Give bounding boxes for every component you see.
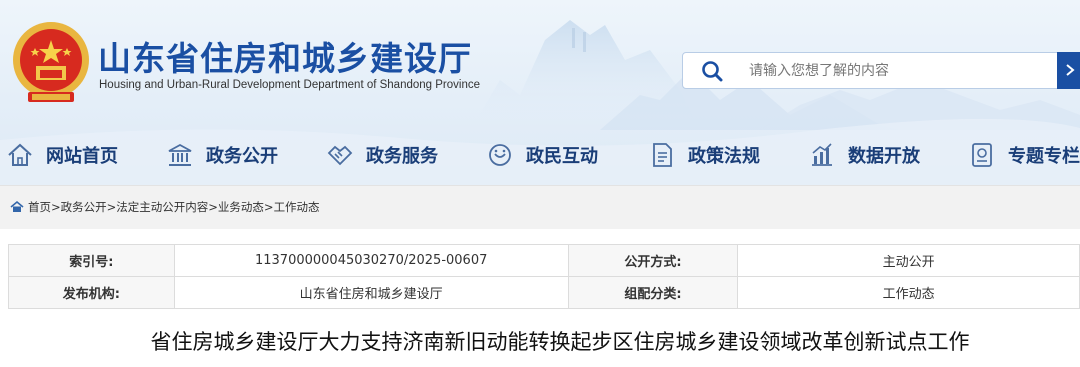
breadcrumb-bar: 首页 > 政务公开 > 法定主动公开内容 > 业务动态 > 工作动态 — [0, 185, 1080, 229]
table-row: 发布机构: 山东省住房和城乡建设厅 组配分类: 工作动态 — [8, 276, 1080, 309]
main-nav: 网站首页 政务公开 政务服务 政民互动 政策法规 数据开放 专题专栏 — [0, 132, 1080, 178]
index-label: 索引号: — [8, 244, 175, 277]
national-emblem-icon — [13, 22, 89, 102]
breadcrumb: 首页 > 政务公开 > 法定主动公开内容 > 业务动态 > 工作动态 — [10, 199, 320, 215]
nav-item-open-data[interactable]: 数据开放 — [808, 132, 920, 178]
site-subtitle: Housing and Urban-Rural Development Depa… — [99, 79, 480, 91]
nav-label: 专题专栏 — [1008, 146, 1080, 167]
breadcrumb-link-work-news[interactable]: 工作动态 — [274, 199, 320, 215]
chat-icon — [489, 144, 511, 166]
document-icon — [653, 143, 672, 167]
breadcrumb-separator: > — [106, 200, 117, 214]
nav-label: 政务服务 — [366, 146, 438, 167]
breadcrumb-link-business-news[interactable]: 业务动态 — [218, 199, 264, 215]
handshake-icon — [327, 145, 353, 166]
search-input[interactable] — [749, 53, 1049, 88]
search-icon[interactable] — [701, 60, 723, 82]
nav-label: 数据开放 — [848, 146, 920, 167]
chart-icon — [812, 143, 832, 166]
nav-item-gov-affairs[interactable]: 政务公开 — [166, 132, 278, 178]
search-button[interactable] — [1057, 52, 1080, 89]
category-value: 工作动态 — [737, 276, 1080, 309]
search-arrow-icon — [1066, 64, 1075, 76]
article-title: 省住房城乡建设厅大力支持济南新旧动能转换起步区住房城乡建设领域改革创新试点工作 — [150, 330, 970, 354]
nav-label: 政民互动 — [526, 146, 598, 167]
nav-label: 政务公开 — [206, 146, 278, 167]
breadcrumb-link-home[interactable]: 首页 — [28, 199, 51, 215]
publisher-label: 发布机构: — [8, 276, 175, 309]
nav-item-interaction[interactable]: 政民互动 — [486, 132, 598, 178]
topic-icon — [972, 143, 992, 167]
category-label: 组配分类: — [567, 276, 739, 309]
breadcrumb-separator: > — [208, 200, 218, 214]
nav-item-gov-services[interactable]: 政务服务 — [326, 132, 438, 178]
nav-item-policy[interactable]: 政策法规 — [648, 132, 760, 178]
breadcrumb-link-gov-affairs[interactable]: 政务公开 — [61, 199, 107, 215]
table-row: 索引号: 113700000045030270/2025-00607 公开方式:… — [8, 244, 1080, 277]
article-meta-table: 索引号: 113700000045030270/2025-00607 公开方式:… — [8, 244, 1080, 309]
site-title: 山东省住房和城乡建设厅 — [98, 39, 472, 78]
nav-label: 网站首页 — [46, 146, 118, 167]
home-icon — [10, 200, 24, 212]
home-icon — [8, 143, 32, 166]
site-header: 山东省住房和城乡建设厅 Housing and Urban-Rural Deve… — [0, 0, 1080, 185]
nav-item-home[interactable]: 网站首页 — [6, 132, 118, 178]
index-value: 113700000045030270/2025-00607 — [173, 244, 569, 277]
building-icon — [168, 143, 192, 166]
publisher-value: 山东省住房和城乡建设厅 — [173, 276, 569, 309]
breadcrumb-link-statutory[interactable]: 法定主动公开内容 — [116, 199, 208, 215]
breadcrumb-separator: > — [51, 200, 61, 214]
nav-label: 政策法规 — [688, 146, 760, 167]
breadcrumb-separator: > — [263, 200, 274, 214]
method-label: 公开方式: — [567, 244, 739, 277]
search-box — [682, 52, 1058, 89]
method-value: 主动公开 — [737, 244, 1080, 277]
nav-item-topics[interactable]: 专题专栏 — [968, 132, 1080, 178]
